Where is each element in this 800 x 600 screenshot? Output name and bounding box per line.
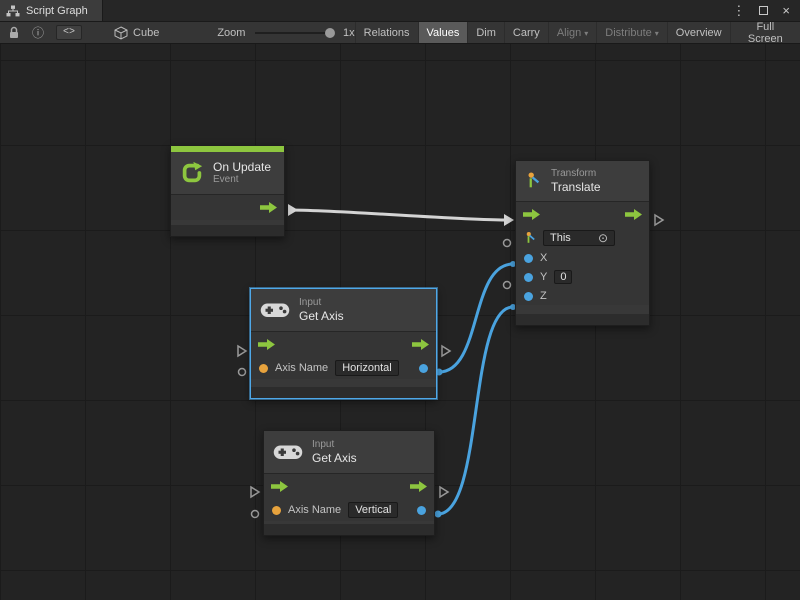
value-port-z[interactable] xyxy=(524,292,533,301)
fullscreen-button[interactable]: Full Screen xyxy=(730,22,800,43)
value-port-y[interactable] xyxy=(524,273,533,282)
loose-port-axisname-h[interactable] xyxy=(239,369,246,376)
node-category: Input xyxy=(312,439,357,451)
loose-flow-in-getaxis-h[interactable] xyxy=(238,346,246,356)
port-row-y: Y 0 xyxy=(516,267,649,287)
carry-button[interactable]: Carry xyxy=(504,22,548,43)
y-value-field[interactable]: 0 xyxy=(554,270,572,284)
tab-title: Script Graph xyxy=(26,5,88,17)
port-label-axis-name: Axis Name xyxy=(275,362,328,374)
port-row-x: X xyxy=(516,249,649,267)
node-on-update[interactable]: On Update Event xyxy=(170,145,285,237)
distribute-button[interactable]: Distribute ▾ xyxy=(596,22,666,43)
wire-start-arrow-icon xyxy=(288,204,298,216)
node-subtitle: Event xyxy=(213,174,271,186)
port-label-y: Y xyxy=(540,271,547,283)
graph-toolbar: ⓘ <> Cube Zoom 1x Relations Values Dim C… xyxy=(0,22,800,44)
dim-button[interactable]: Dim xyxy=(467,22,504,43)
wire-flow-onupdate-translate[interactable] xyxy=(289,210,505,220)
chevron-down-icon: ▾ xyxy=(584,29,588,38)
on-update-icon xyxy=(180,161,204,185)
chevron-down-icon: ▾ xyxy=(655,29,659,38)
flow-out-port[interactable] xyxy=(260,202,277,213)
port-label-axis-name: Axis Name xyxy=(288,504,341,516)
node-get-axis-vertical[interactable]: Input Get Axis Axis Name Vertical xyxy=(263,430,435,536)
titlebar: Script Graph ⋮ × xyxy=(0,0,800,22)
node-footer xyxy=(251,387,436,398)
flow-in-port[interactable] xyxy=(258,339,275,350)
zoom-slider-track[interactable] xyxy=(255,32,335,34)
gamepad-icon xyxy=(260,302,290,319)
node-get-axis-horizontal[interactable]: Input Get Axis Axis Name Horizontal xyxy=(250,288,437,399)
values-button[interactable]: Values xyxy=(418,22,468,43)
transform-icon xyxy=(524,170,542,192)
value-out-port[interactable] xyxy=(419,364,428,373)
axis-name-field[interactable]: Vertical xyxy=(348,502,398,518)
zoom-slider-handle[interactable] xyxy=(325,28,335,38)
wire-end-arrow-icon xyxy=(504,214,514,226)
value-port-x[interactable] xyxy=(524,254,533,263)
script-graph-window: Script Graph ⋮ × ⓘ <> Cube Zoom xyxy=(0,0,800,600)
align-label: Align xyxy=(557,27,581,39)
node-title: Translate xyxy=(551,180,601,194)
node-footer xyxy=(171,225,284,236)
overview-button[interactable]: Overview xyxy=(667,22,730,43)
flow-out-port[interactable] xyxy=(412,339,429,350)
target-picker-icon[interactable]: ⊙ xyxy=(598,232,608,244)
close-icon[interactable]: × xyxy=(782,3,790,18)
relations-button[interactable]: Relations xyxy=(355,22,418,43)
loose-port-y[interactable] xyxy=(504,282,511,289)
maximize-icon[interactable] xyxy=(759,6,768,15)
port-label-x: X xyxy=(540,252,547,264)
loose-flow-out-translate[interactable] xyxy=(655,215,663,225)
flow-out-port[interactable] xyxy=(625,209,642,220)
node-title: On Update xyxy=(213,160,271,174)
info-icon[interactable]: ⓘ xyxy=(32,24,44,41)
string-port-axis-name[interactable] xyxy=(272,506,281,515)
node-footer xyxy=(516,314,649,325)
axis-name-field[interactable]: Horizontal xyxy=(335,360,399,376)
tab-script-graph[interactable]: Script Graph xyxy=(0,0,103,21)
graph-canvas[interactable]: On Update Event Transfor xyxy=(0,44,800,600)
flow-in-port[interactable] xyxy=(271,481,288,492)
flow-out-port[interactable] xyxy=(410,481,427,492)
node-translate[interactable]: Transform Translate xyxy=(515,160,650,326)
loose-flow-out-getaxis-h[interactable] xyxy=(442,346,450,356)
wire-endpoint xyxy=(435,511,442,518)
port-row-axis-name: Axis Name Horizontal xyxy=(251,357,436,379)
zoom-value: 1x xyxy=(343,27,355,39)
transform-mini-icon xyxy=(524,231,536,245)
graph-icon xyxy=(6,5,20,17)
node-title: Get Axis xyxy=(299,309,344,323)
node-category: Transform xyxy=(551,168,601,180)
string-port-axis-name[interactable] xyxy=(259,364,268,373)
flow-in-port[interactable] xyxy=(523,209,540,220)
loose-flow-out-getaxis-v[interactable] xyxy=(440,487,448,497)
loose-port-axisname-v[interactable] xyxy=(252,511,259,518)
menu-icon[interactable]: ⋮ xyxy=(732,3,745,19)
loose-flow-in-getaxis-v[interactable] xyxy=(251,487,259,497)
port-label-z: Z xyxy=(540,290,547,302)
wire-horizontal-to-x[interactable] xyxy=(439,264,513,372)
value-out-port[interactable] xyxy=(417,506,426,515)
port-row-this: This ⊙ xyxy=(516,227,649,249)
node-category: Input xyxy=(299,297,344,309)
node-footer xyxy=(264,524,434,535)
distribute-label: Distribute xyxy=(605,27,651,39)
align-button[interactable]: Align ▾ xyxy=(548,22,596,43)
zoom-label: Zoom xyxy=(217,27,245,39)
this-target-field[interactable]: This ⊙ xyxy=(543,230,615,246)
loose-port-this[interactable] xyxy=(504,240,511,247)
this-target-value: This xyxy=(550,232,571,244)
port-row-axis-name: Axis Name Vertical xyxy=(264,499,434,521)
lock-icon[interactable] xyxy=(8,26,20,40)
zoom-slider[interactable] xyxy=(255,26,335,40)
cube-icon xyxy=(114,26,128,40)
target-object-label[interactable]: Cube xyxy=(133,27,159,39)
wire-vertical-to-z[interactable] xyxy=(438,307,513,514)
code-view-button[interactable]: <> xyxy=(56,25,82,40)
gamepad-icon xyxy=(273,444,303,461)
node-title: Get Axis xyxy=(312,451,357,465)
port-row-z: Z xyxy=(516,287,649,305)
